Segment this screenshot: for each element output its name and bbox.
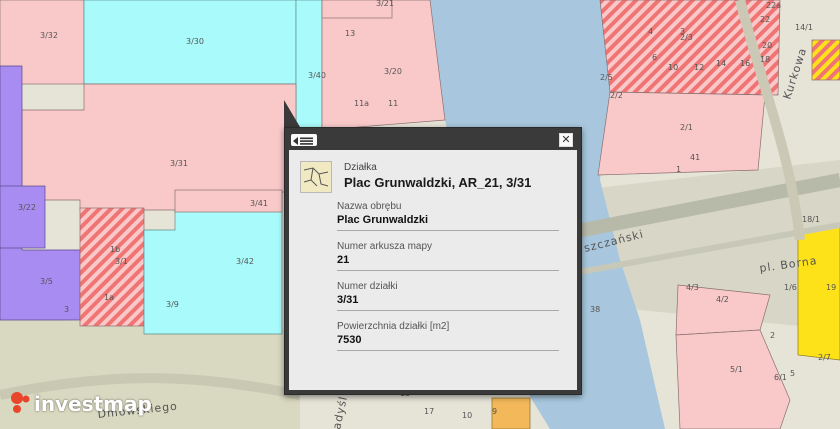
field-label: Powierzchnia działki [m2] [337, 321, 450, 332]
parcel-label: 22 [760, 15, 770, 24]
popup-titlebar: ✕ [285, 128, 581, 150]
parcel-2-1[interactable] [597, 91, 766, 176]
parcel-label: 3/40 [308, 71, 326, 80]
parcel-label: 1/6 [784, 283, 797, 292]
parcel-label: 1b [110, 245, 120, 254]
parcel-label: 3/22 [18, 203, 36, 212]
investmap-logo-mark [11, 392, 30, 413]
parcel-label: 1a [104, 293, 114, 302]
field-value: 3/31 [337, 294, 359, 306]
parcel-label: 3/42 [236, 257, 254, 266]
parcel-label: 3/1 [115, 257, 128, 266]
parcel-1b-hatched[interactable] [79, 207, 145, 327]
field-value: 21 [337, 254, 350, 266]
field-label: Numer arkusza mapy [337, 241, 433, 252]
parcel-label: 18 [760, 55, 770, 64]
parcel-label: 17 [424, 407, 434, 416]
popup-body: Działka Plac Grunwaldzki, AR_21, 3/31 Na… [289, 150, 577, 390]
parcel-label: 5 [790, 369, 795, 378]
field-value: Plac Grunwaldzki [337, 214, 429, 226]
parcel-label: 3/31 [170, 159, 188, 168]
parcel-label: 20 [762, 41, 772, 50]
parcel-label: 3/21 [376, 0, 394, 8]
popup-caption: Działka [344, 162, 377, 173]
parcel-yellow-hatched[interactable] [811, 39, 840, 81]
parcel-label: 2/5 [600, 73, 613, 82]
parcel-label: 3 [64, 305, 69, 314]
parcel-label: 1 [676, 165, 681, 174]
parcel-label: 6/1 [774, 373, 787, 382]
parcel-label: 9 [492, 407, 497, 416]
parcel-label: 2/7 [818, 353, 831, 362]
parcel-label: 14 [716, 59, 726, 68]
close-icon[interactable]: ✕ [559, 133, 573, 147]
investmap-logo[interactable]: investmap [8, 390, 152, 416]
field-label: Nazwa obrębu [337, 201, 402, 212]
parcel-label: 2 [770, 331, 775, 340]
parcel-label: 4/2 [716, 295, 729, 304]
parcel-label: 18/1 [802, 215, 820, 224]
parcel-label: 3/41 [250, 199, 268, 208]
parcel-label: 3/32 [40, 31, 58, 40]
parcel-label: 3/5 [40, 277, 53, 286]
parcel-label: 4/3 [686, 283, 699, 292]
parcel-label: 10 [462, 411, 472, 420]
parcel-info-popup: ✕ Działka Plac Grunwaldzki, AR_21, 3/31 … [284, 127, 582, 395]
parcel-label: 3/9 [166, 300, 179, 309]
parcel-3-20[interactable] [321, 0, 446, 131]
parcel-label: 3/20 [384, 67, 402, 76]
parcel-label: 3/30 [186, 37, 204, 46]
parcel-label: 14/1 [795, 23, 813, 32]
parcel-label: 11 [388, 99, 398, 108]
parcel-orange-bottom [491, 397, 531, 429]
parcel-label: 12 [694, 63, 704, 72]
field-numer-arkusza: Numer arkusza mapy 21 [337, 241, 559, 271]
parcel-label: 2/3 [680, 33, 693, 42]
parcel-label: 13 [345, 29, 355, 38]
popup-title: Plac Grunwaldzki, AR_21, 3/31 [344, 175, 532, 190]
list-icon[interactable] [291, 134, 317, 146]
brand-name: investmap [34, 392, 152, 416]
parcel-label: 41 [690, 153, 700, 162]
field-label: Numer działki [337, 281, 398, 292]
parcel-label: 22a [766, 1, 781, 10]
parcel-label: 6 [652, 53, 657, 62]
parcel-yellow[interactable] [797, 224, 840, 361]
parcel-label: 10 [668, 63, 678, 72]
parcel-label: 11a [354, 99, 369, 108]
parcel-label: 2/2 [610, 91, 623, 100]
field-nazwa-obrebu: Nazwa obrębu Plac Grunwaldzki [337, 201, 559, 231]
field-value: 7530 [337, 334, 362, 346]
field-numer-dzialki: Numer działki 3/31 [337, 281, 559, 311]
parcel-3-22 [0, 185, 46, 249]
parcel-label: 16 [740, 59, 750, 68]
parcel-label: 38 [590, 305, 600, 314]
parcel-label: 19 [826, 283, 836, 292]
parcel-label: 5/1 [730, 365, 743, 374]
field-powierzchnia: Powierzchnia działki [m2] 7530 [337, 321, 559, 351]
parcel-map-icon [300, 161, 332, 193]
parcel-label: 4 [648, 27, 653, 36]
parcel-label: 2/1 [680, 123, 693, 132]
parcel-3-40 [295, 0, 323, 131]
